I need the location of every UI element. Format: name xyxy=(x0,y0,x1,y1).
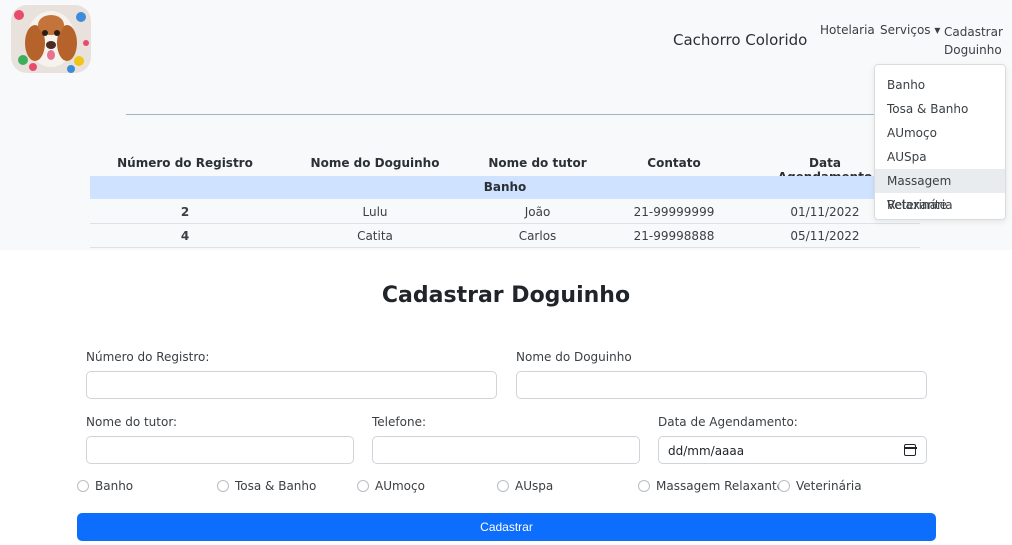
radio-circle[interactable] xyxy=(357,480,369,492)
radio-label: Banho xyxy=(95,479,134,493)
nav-dropdown-servicos[interactable]: Serviços ▾ xyxy=(880,23,940,37)
logo-dog-image xyxy=(11,5,91,73)
label-registro: Número do Registro: xyxy=(86,350,210,364)
cell-registro: 2 xyxy=(180,205,190,219)
telefone-input[interactable] xyxy=(372,436,640,464)
dropdown-item-tosa-banho[interactable]: Tosa & Banho xyxy=(875,97,1005,121)
dropdown-item-auspa[interactable]: AUSpa xyxy=(875,145,1005,169)
radio-circle[interactable] xyxy=(77,480,89,492)
table-header-tutor: Nome do tutor xyxy=(488,156,587,170)
servicos-dropdown-menu: Banho Tosa & Banho AUmoço AUSpa Massagem… xyxy=(874,64,1006,220)
label-tutor: Nome do tutor: xyxy=(86,415,178,429)
cell-contato: 21-99999999 xyxy=(633,205,715,219)
calendar-icon[interactable] xyxy=(903,444,917,456)
label-doguinho: Nome do Doguinho xyxy=(516,350,632,364)
radio-circle[interactable] xyxy=(638,480,650,492)
radio-circle[interactable] xyxy=(497,480,509,492)
label-telefone: Telefone: xyxy=(372,415,426,429)
cell-contato: 21-99998888 xyxy=(633,229,715,243)
label-data: Data de Agendamento: xyxy=(658,415,798,429)
cell-tutor: João xyxy=(524,205,551,219)
table-header-doguinho: Nome do Doguinho xyxy=(310,156,440,170)
radio-label: Massagem Relaxante xyxy=(656,479,785,493)
cadastrar-button[interactable]: Cadastrar xyxy=(77,513,936,541)
table-group-banho: Banho xyxy=(90,176,920,199)
form-title: Cadastrar Doguinho xyxy=(381,283,631,308)
radio-label: AUmoço xyxy=(375,479,425,493)
nav-link-hotelaria[interactable]: Hotelaria xyxy=(820,23,875,37)
cell-doguinho: Lulu xyxy=(362,205,388,219)
cell-tutor: Carlos xyxy=(518,229,557,243)
radio-circle[interactable] xyxy=(217,480,229,492)
radio-circle[interactable] xyxy=(778,480,790,492)
cell-registro: 4 xyxy=(180,229,190,243)
logo[interactable] xyxy=(11,5,91,73)
radio-label: Tosa & Banho xyxy=(235,479,317,493)
doguinho-input[interactable] xyxy=(516,371,927,399)
cell-data: 05/11/2022 xyxy=(790,229,860,243)
dropdown-item-banho[interactable]: Banho xyxy=(875,73,1005,97)
table-row: 2 Lulu João 21-99999999 01/11/2022 xyxy=(90,200,920,224)
table-header-contato: Contato xyxy=(647,156,701,170)
divider xyxy=(126,114,886,115)
dropdown-item-veterinaria[interactable]: Veterinária xyxy=(875,193,1005,217)
navbar-brand[interactable]: Cachorro Colorido xyxy=(673,31,807,49)
table-header-registro: Número do Registro xyxy=(117,156,253,170)
date-placeholder: dd/mm/aaaa xyxy=(668,444,745,458)
tutor-input[interactable] xyxy=(86,436,354,464)
top-section: Cachorro Colorido Hotelaria Serviços ▾ C… xyxy=(0,0,1012,250)
data-agendamento-input[interactable]: dd/mm/aaaa xyxy=(658,436,927,464)
registro-input[interactable] xyxy=(86,371,497,399)
nav-link-cadastrar-line2: Doguinho xyxy=(944,43,1002,57)
cell-data: 01/11/2022 xyxy=(790,205,860,219)
nav-link-cadastrar-line1: Cadastrar xyxy=(944,25,1003,39)
dropdown-item-aumoco[interactable]: AUmoço xyxy=(875,121,1005,145)
dropdown-item-massagem[interactable]: Massagem Relaxante xyxy=(875,169,1005,212)
nav-link-cadastrar-doguinho[interactable]: Cadastrar Doguinho xyxy=(944,23,1003,59)
radio-label: Veterinária xyxy=(796,479,862,493)
radio-label: AUspa xyxy=(515,479,554,493)
table-row: 4 Catita Carlos 21-99998888 05/11/2022 xyxy=(90,224,920,248)
cell-doguinho: Catita xyxy=(357,229,393,243)
